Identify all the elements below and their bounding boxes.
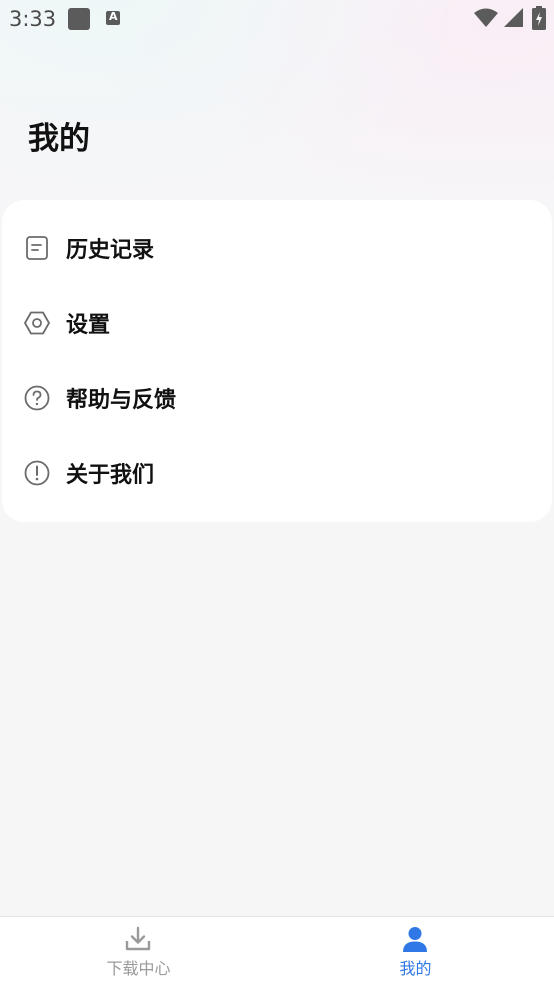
menu-item-history[interactable]: 历史记录	[2, 210, 552, 285]
square-notification-icon	[68, 8, 90, 30]
status-time: 3:33	[9, 7, 57, 31]
menu-item-label: 设置	[66, 312, 111, 338]
menu-item-about-us[interactable]: 关于我们	[2, 435, 552, 510]
signal-icon	[504, 8, 523, 27]
person-icon	[403, 927, 427, 952]
info-exclamation-icon	[24, 460, 50, 485]
menu-item-label: 历史记录	[66, 237, 155, 263]
menu-card: 历史记录 设置 帮助与反馈 关于我们	[2, 200, 552, 522]
battery-icon	[532, 6, 546, 30]
menu-item-label: 帮助与反馈	[66, 387, 177, 413]
page-title: 我的	[28, 121, 90, 157]
settings-hexagon-icon	[24, 311, 50, 334]
nav-download-center[interactable]: 下载中心	[0, 917, 277, 985]
download-icon	[125, 926, 151, 951]
bottom-navigation: 下载中心 我的	[0, 916, 554, 985]
document-icon	[26, 235, 48, 260]
nav-label: 我的	[399, 959, 432, 978]
nav-mine[interactable]: 我的	[277, 917, 554, 985]
menu-item-help-feedback[interactable]: 帮助与反馈	[2, 360, 552, 435]
help-circle-icon	[24, 385, 50, 410]
status-bar: 3:33	[0, 0, 554, 38]
menu-item-settings[interactable]: 设置	[2, 285, 552, 360]
a-notification-icon	[106, 10, 120, 25]
wifi-icon	[474, 8, 498, 27]
menu-item-label: 关于我们	[66, 462, 155, 488]
nav-label: 下载中心	[106, 959, 171, 978]
